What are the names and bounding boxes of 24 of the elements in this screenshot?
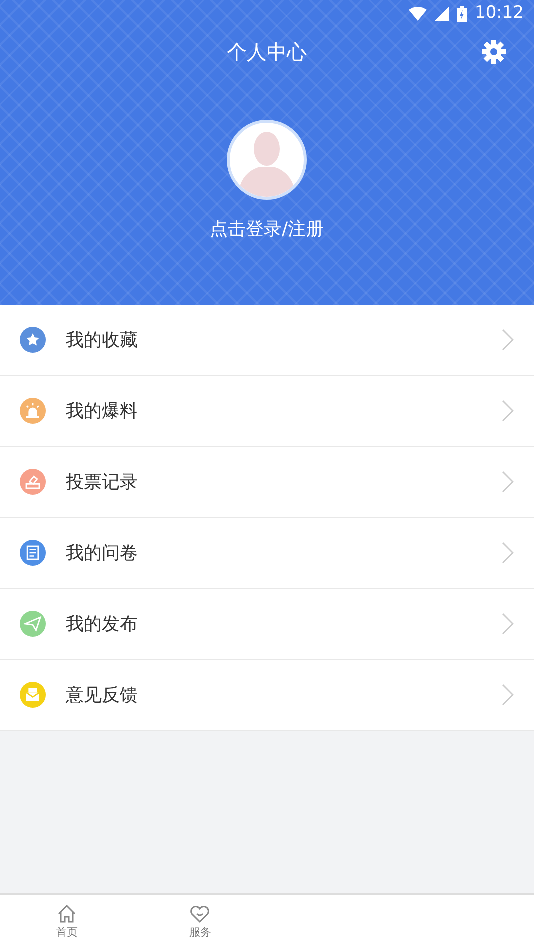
login-link[interactable]: 点击登录/注册 bbox=[210, 216, 324, 243]
menu-item[interactable]: 我的爆料 bbox=[0, 376, 534, 447]
chevron-right-icon bbox=[502, 471, 514, 493]
menu-item[interactable]: 我的收藏 bbox=[0, 305, 534, 376]
wifi-icon bbox=[409, 7, 427, 21]
tab-item[interactable]: 首页 bbox=[56, 903, 78, 942]
chevron-right-icon bbox=[502, 400, 514, 422]
home-icon bbox=[56, 903, 78, 926]
avatar[interactable] bbox=[227, 120, 307, 200]
heart-icon bbox=[189, 903, 212, 926]
chevron-right-icon bbox=[502, 613, 514, 635]
menu-item[interactable]: 我的发布 bbox=[0, 589, 534, 660]
menu-item[interactable]: 投票记录 bbox=[0, 447, 534, 518]
tab-item[interactable]: 服务 bbox=[189, 903, 212, 942]
status-time: 10:12 bbox=[475, 2, 524, 26]
page-title: 个人中心 bbox=[227, 39, 307, 66]
battery-icon bbox=[457, 6, 467, 22]
chevron-right-icon bbox=[502, 329, 514, 351]
chevron-right-icon bbox=[502, 684, 514, 706]
menu-item[interactable]: 我的问卷 bbox=[0, 518, 534, 589]
settings-icon[interactable] bbox=[482, 40, 506, 64]
menu-item[interactable]: 意见反馈 bbox=[0, 660, 534, 731]
chevron-right-icon bbox=[502, 542, 514, 564]
signal-icon bbox=[435, 7, 449, 21]
